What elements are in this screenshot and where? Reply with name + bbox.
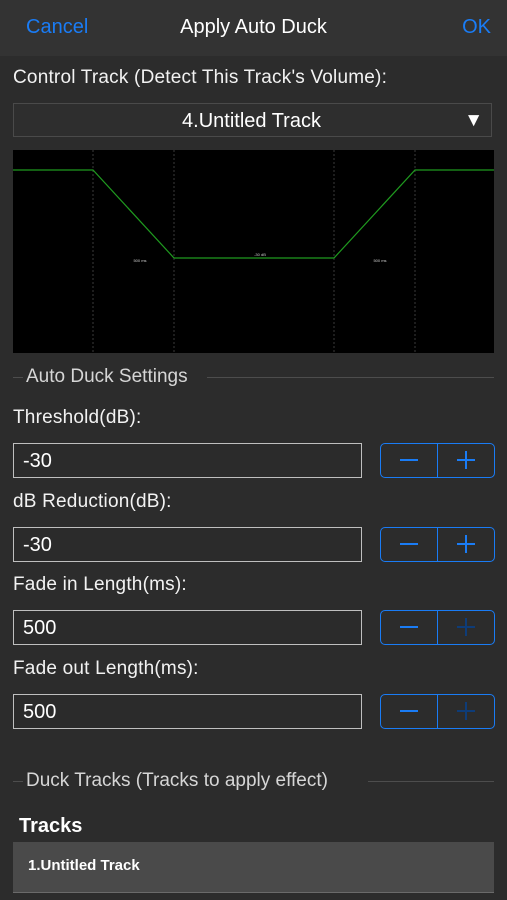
- plus-icon-vertical: [465, 535, 467, 553]
- ok-button[interactable]: OK: [462, 16, 491, 39]
- plus-icon-vertical: [465, 451, 467, 469]
- threshold-label: Threshold(dB):: [13, 407, 142, 428]
- threshold-value: -30: [23, 450, 52, 472]
- settings-section-header: Auto Duck Settings: [26, 366, 188, 387]
- fade-out-length-label: 500 ms: [373, 258, 386, 263]
- nav-bar: Cancel Apply Auto Duck OK: [0, 0, 507, 56]
- fade-out-length-value: 500: [23, 701, 57, 723]
- threshold-field[interactable]: -30: [13, 443, 362, 478]
- fade-in-increment-button[interactable]: [438, 611, 494, 644]
- track-name: 1.Untitled Track: [28, 857, 140, 874]
- section-divider: [368, 781, 494, 782]
- minus-icon: [400, 543, 418, 545]
- envelope-line: [13, 169, 494, 259]
- minus-icon: [400, 626, 418, 628]
- minus-icon: [400, 459, 418, 461]
- plus-icon-vertical: [465, 702, 467, 720]
- minus-icon: [400, 710, 418, 712]
- tracks-title: Tracks: [19, 815, 83, 837]
- db-reduction-label: dB Reduction(dB):: [13, 491, 172, 512]
- fade-in-length-label: 500 ms: [133, 258, 146, 263]
- db-reduction-value: -30: [23, 534, 52, 556]
- duck-tracks-section-header: Duck Tracks (Tracks to apply effect): [26, 770, 328, 791]
- track-row[interactable]: 1.Untitled Track: [13, 842, 494, 893]
- db-reduction-increment-button[interactable]: [438, 528, 494, 561]
- db-reduction-decrement-button[interactable]: [381, 528, 438, 561]
- db-reduction-field[interactable]: -30: [13, 527, 362, 562]
- reduction-label: -30 dB: [254, 252, 266, 257]
- duck-envelope-graph: 500 ms -30 dB 500 ms: [13, 150, 494, 353]
- page-title: Apply Auto Duck: [180, 16, 327, 38]
- dropdown-arrow-icon: ▼: [464, 110, 483, 131]
- fade-in-decrement-button[interactable]: [381, 611, 438, 644]
- db-reduction-stepper: [380, 527, 495, 562]
- fade-out-length-field[interactable]: 500: [13, 694, 362, 729]
- threshold-decrement-button[interactable]: [381, 444, 438, 477]
- fade-in-length-stepper: [380, 610, 495, 645]
- fade-in-length-field[interactable]: 500: [13, 610, 362, 645]
- threshold-stepper: [380, 443, 495, 478]
- envelope-svg: 500 ms -30 dB 500 ms: [13, 150, 494, 353]
- fade-out-increment-button[interactable]: [438, 695, 494, 728]
- control-track-label: Control Track (Detect This Track's Volum…: [13, 67, 388, 88]
- control-track-dropdown[interactable]: 4.Untitled Track ▼: [13, 103, 492, 137]
- fade-in-length-label-text: Fade in Length(ms):: [13, 574, 187, 595]
- control-track-value: 4.Untitled Track: [182, 110, 321, 132]
- threshold-increment-button[interactable]: [438, 444, 494, 477]
- section-divider: [13, 781, 23, 782]
- fade-in-length-value: 500: [23, 617, 57, 639]
- plus-icon-vertical: [465, 618, 467, 636]
- fade-out-length-label-text: Fade out Length(ms):: [13, 658, 199, 679]
- fade-out-length-stepper: [380, 694, 495, 729]
- section-divider: [207, 377, 494, 378]
- fade-out-decrement-button[interactable]: [381, 695, 438, 728]
- section-divider: [13, 377, 23, 378]
